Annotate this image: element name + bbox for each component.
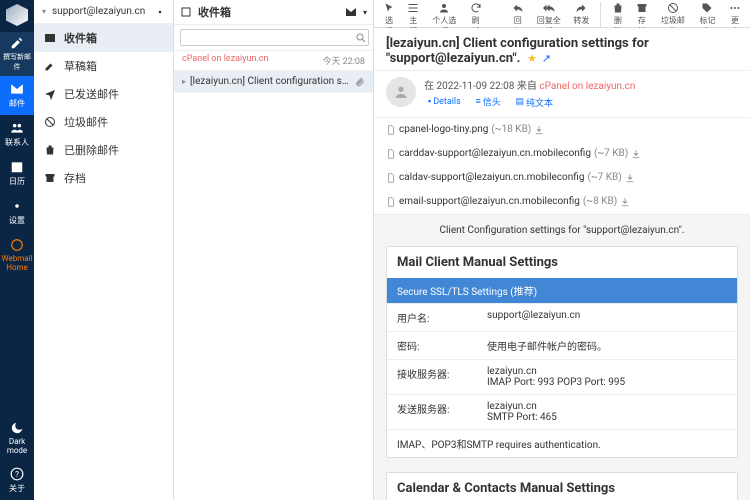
inbox-icon (44, 32, 56, 44)
select-all-icon[interactable] (180, 6, 192, 18)
forward-icon (575, 2, 587, 14)
reply-icon (512, 2, 524, 14)
plaintext-toggle[interactable]: ▤ 纯文本 (512, 96, 558, 109)
refresh-icon (470, 2, 482, 14)
attachments-row: cpanel-logo-tiny.png(~18 KB) carddav-sup… (374, 118, 750, 215)
account-row[interactable]: ▾ support@lezaiyun.cn (34, 0, 173, 24)
calendar-settings-panel: Calendar & Contacts Manual Settings Secu… (386, 472, 738, 500)
chevron-down-icon: ▾ (42, 7, 46, 16)
pencil-icon (10, 36, 24, 50)
mail-settings-panel: Mail Client Manual Settings Secure SSL/T… (386, 246, 738, 458)
download-icon[interactable] (625, 173, 635, 183)
file-icon (386, 172, 396, 184)
nav-settings[interactable]: 设置 (0, 193, 34, 232)
nav-webmail-home[interactable]: Webmail Home (0, 232, 34, 278)
paperclip-icon (355, 77, 365, 87)
mail-icon (10, 82, 24, 96)
message-body: Client Configuration settings for "suppo… (374, 215, 750, 500)
gear-icon (10, 199, 24, 213)
config-title: Client Configuration settings for "suppo… (386, 225, 738, 236)
sender-avatar (386, 77, 416, 107)
attachment-item[interactable]: email-support@lezaiyun.cn.mobileconfig(~… (386, 196, 630, 208)
nav-darkmode[interactable]: Dark mode (0, 415, 34, 461)
moon-icon (10, 421, 24, 435)
nav-calendar[interactable]: 日历 (0, 154, 34, 193)
archive-icon (44, 172, 56, 184)
subject-text: [lezaiyun.cn] Client configuration setti… (386, 36, 649, 66)
message-item[interactable]: ▸ [lezaiyun.cn] Client configuration set… (174, 71, 373, 93)
contacts-icon (10, 121, 24, 135)
panel-band: Secure SSL/TLS Settings (推荐) (387, 278, 737, 303)
archive-action-icon (636, 2, 648, 14)
cursor-icon (383, 2, 395, 14)
open-external-icon[interactable]: ↗ (542, 52, 551, 65)
tag-icon (701, 2, 713, 14)
search-input[interactable] (180, 29, 369, 46)
webmail-icon (10, 238, 24, 252)
attachment-item[interactable]: carddav-support@lezaiyun.cn.mobileconfig… (386, 148, 641, 160)
file-icon (386, 196, 396, 208)
avatar-icon (393, 84, 409, 100)
main-toolbar: 选择 主题 个人选项 刷新 回复 回复全部 转发▾ 删除 存档 垃圾邮件 标记为… (374, 0, 750, 28)
message-list-pane: 收件箱 ▾ cPanel on lezaiyun.cn今天 22:08 ▸ [l… (174, 0, 374, 500)
download-icon[interactable] (534, 125, 544, 135)
attachment-item[interactable]: cpanel-logo-tiny.png(~18 KB) (386, 124, 544, 136)
download-icon[interactable] (620, 197, 630, 207)
reply-all-icon (543, 2, 555, 14)
sent-icon (44, 88, 56, 100)
folder-junk[interactable]: 垃圾邮件 (34, 108, 173, 136)
folder-pane: ▾ support@lezaiyun.cn 收件箱 草稿箱 已发送邮件 垃圾邮件… (34, 0, 174, 500)
attachment-item[interactable]: caldav-support@lezaiyun.cn.mobileconfig(… (386, 172, 635, 184)
folder-inbox[interactable]: 收件箱 (34, 24, 173, 52)
sender-name[interactable]: cPanel on lezaiyun.cn (539, 81, 635, 92)
download-icon[interactable] (631, 149, 641, 159)
help-icon: ? (10, 467, 24, 481)
nav-contacts[interactable]: 联系人 (0, 115, 34, 154)
panel-title: Calendar & Contacts Manual Settings (387, 473, 737, 500)
file-icon (386, 148, 396, 160)
delete-icon (612, 2, 624, 14)
threads-icon (407, 2, 419, 14)
nav-mail[interactable]: 邮件 (0, 76, 34, 115)
meta-line: 在 2022-11-09 22:08 来自 cPanel on lezaiyun… (424, 77, 635, 92)
list-title: 收件箱 (198, 4, 339, 20)
folder-archive[interactable]: 存档 (34, 164, 173, 192)
subject-row: [lezaiyun.cn] Client configuration setti… (374, 28, 750, 71)
file-icon (386, 124, 396, 136)
more-icon (729, 2, 741, 14)
spam-icon (667, 2, 679, 14)
trash-icon (44, 144, 56, 156)
account-gear-icon[interactable] (155, 7, 165, 17)
details-toggle[interactable]: ▪ Details (424, 96, 465, 107)
message-subject: [lezaiyun.cn] Client configuration setti… (190, 76, 351, 87)
compose-button[interactable]: 撰写新邮件 (0, 32, 34, 76)
message-view: 选择 主题 个人选项 刷新 回复 回复全部 转发▾ 删除 存档 垃圾邮件 标记为… (374, 0, 750, 500)
nav-about[interactable]: ? 关于 (0, 461, 34, 500)
app-sidebar: 撰写新邮件 邮件 联系人 日历 设置 Webmail Home Dark mod… (0, 0, 34, 500)
compose-icon[interactable] (345, 6, 357, 18)
svg-text:?: ? (15, 469, 19, 479)
panel-title: Mail Client Manual Settings (387, 247, 737, 278)
folder-sent[interactable]: 已发送邮件 (34, 80, 173, 108)
calendar-icon (10, 160, 24, 174)
message-group-header: cPanel on lezaiyun.cn今天 22:08 (174, 51, 373, 71)
app-logo-icon (6, 4, 28, 26)
account-address: support@lezaiyun.cn (52, 6, 149, 17)
list-menu-icon[interactable]: ▾ (363, 8, 367, 17)
folder-drafts[interactable]: 草稿箱 (34, 52, 173, 80)
headers-toggle[interactable]: ≡ 信头 (471, 95, 504, 108)
user-icon (438, 2, 450, 14)
star-icon[interactable]: ★ (527, 52, 537, 65)
draft-icon (44, 60, 56, 72)
folder-trash[interactable]: 已删除邮件 (34, 136, 173, 164)
junk-icon (44, 116, 56, 128)
search-icon[interactable] (355, 32, 367, 44)
